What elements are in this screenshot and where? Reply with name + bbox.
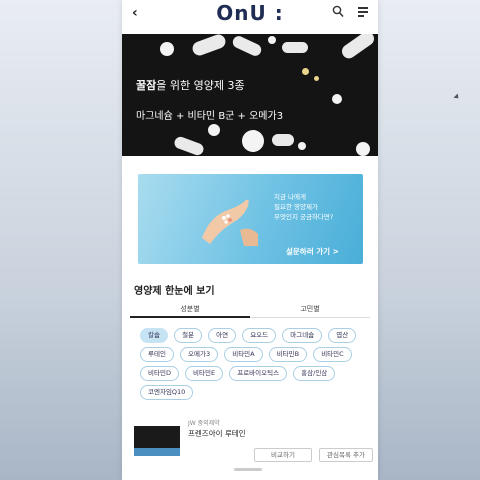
- tablet-decoration: [208, 124, 220, 136]
- product-name[interactable]: 프렌즈아이 루테인: [188, 428, 246, 439]
- tablet-decoration: [314, 76, 319, 81]
- tablet-decoration: [160, 42, 174, 56]
- ingredient-chips: 칼슘 철분 아연 요오드 마그네슘 엽산 루테인 오메가3 비타민A 비타민B …: [140, 328, 366, 404]
- chip-coq10[interactable]: 코엔자임Q10: [140, 385, 194, 400]
- tab-concern[interactable]: 고민별: [250, 304, 370, 314]
- chip-zinc[interactable]: 아연: [208, 328, 237, 343]
- chip-vitamin-c[interactable]: 비타민C: [313, 347, 352, 362]
- hero-subtitle: 마그네슘 + 비타민 B군 + 오메가3: [136, 111, 284, 122]
- home-indicator: [234, 468, 262, 471]
- capsule-decoration: [230, 34, 264, 58]
- chip-ginseng[interactable]: 홍삼/인삼: [293, 366, 336, 381]
- menu-icon[interactable]: [358, 7, 368, 19]
- compare-button[interactable]: 비교하기: [254, 448, 312, 462]
- tab-ingredient[interactable]: 성분별: [130, 304, 250, 314]
- tablet-decoration: [332, 94, 342, 104]
- survey-banner[interactable]: 지금 나에게 필요한 영양제가 무엇인지 궁금하다면? 설문하러 가기 >: [138, 174, 363, 264]
- hero-title: 꿀잠을 위한 영양제 3종: [136, 79, 245, 92]
- mouse-cursor-icon: [453, 93, 461, 101]
- capsule-decoration: [272, 134, 294, 146]
- app-screen: ‹ OnU : 꿀잠을 위한 영양제 3종 마그네슘 + 비타민 B군 + 오메…: [122, 0, 378, 480]
- hero-banner[interactable]: 꿀잠을 위한 영양제 3종 마그네슘 + 비타민 B군 + 오메가3: [122, 34, 378, 156]
- chip-iodine[interactable]: 요오드: [242, 328, 277, 343]
- survey-cta[interactable]: 설문하러 가기 >: [286, 246, 339, 257]
- category-tabs: 성분별 고민별: [130, 302, 370, 318]
- chip-vitamin-d[interactable]: 비타민D: [140, 366, 179, 381]
- capsule-decoration: [190, 34, 228, 58]
- chip-vitamin-e[interactable]: 비타민E: [185, 366, 224, 381]
- chip-vitamin-b[interactable]: 비타민B: [268, 347, 308, 362]
- search-icon[interactable]: [332, 5, 344, 19]
- tablet-decoration: [242, 130, 264, 152]
- tablet-decoration: [356, 142, 370, 156]
- hand-pills-icon: [202, 199, 258, 246]
- tablet-decoration: [298, 142, 306, 150]
- top-bar: ‹ OnU :: [122, 0, 378, 34]
- chip-vitamin-a[interactable]: 비타민A: [224, 347, 263, 362]
- add-favorite-button[interactable]: 관심목록 추가: [319, 448, 373, 462]
- active-tab-indicator: [130, 316, 250, 318]
- product-card[interactable]: JW 중외제약 프렌즈아이 루테인 비교하기 관심목록 추가: [134, 418, 373, 462]
- chip-omega3[interactable]: 오메가3: [180, 347, 219, 362]
- chip-iron[interactable]: 철분: [174, 328, 203, 343]
- banner-text: 지금 나에게 필요한 영양제가 무엇인지 궁금하다면?: [274, 193, 334, 221]
- chip-folate[interactable]: 엽산: [328, 328, 357, 343]
- chip-calcium[interactable]: 칼슘: [140, 328, 168, 343]
- capsule-decoration: [172, 135, 206, 156]
- tablet-decoration: [268, 36, 276, 44]
- product-brand: JW 중외제약: [188, 420, 220, 427]
- chip-probiotics[interactable]: 프로바이오틱스: [229, 366, 288, 381]
- tablet-decoration: [302, 68, 309, 75]
- section-title: 영양제 한눈에 보기: [134, 286, 215, 297]
- chip-magnesium[interactable]: 마그네슘: [282, 328, 323, 343]
- chip-lutein[interactable]: 루테인: [140, 347, 174, 362]
- product-image: [134, 426, 180, 456]
- capsule-decoration: [339, 34, 377, 62]
- capsule-decoration: [282, 42, 308, 53]
